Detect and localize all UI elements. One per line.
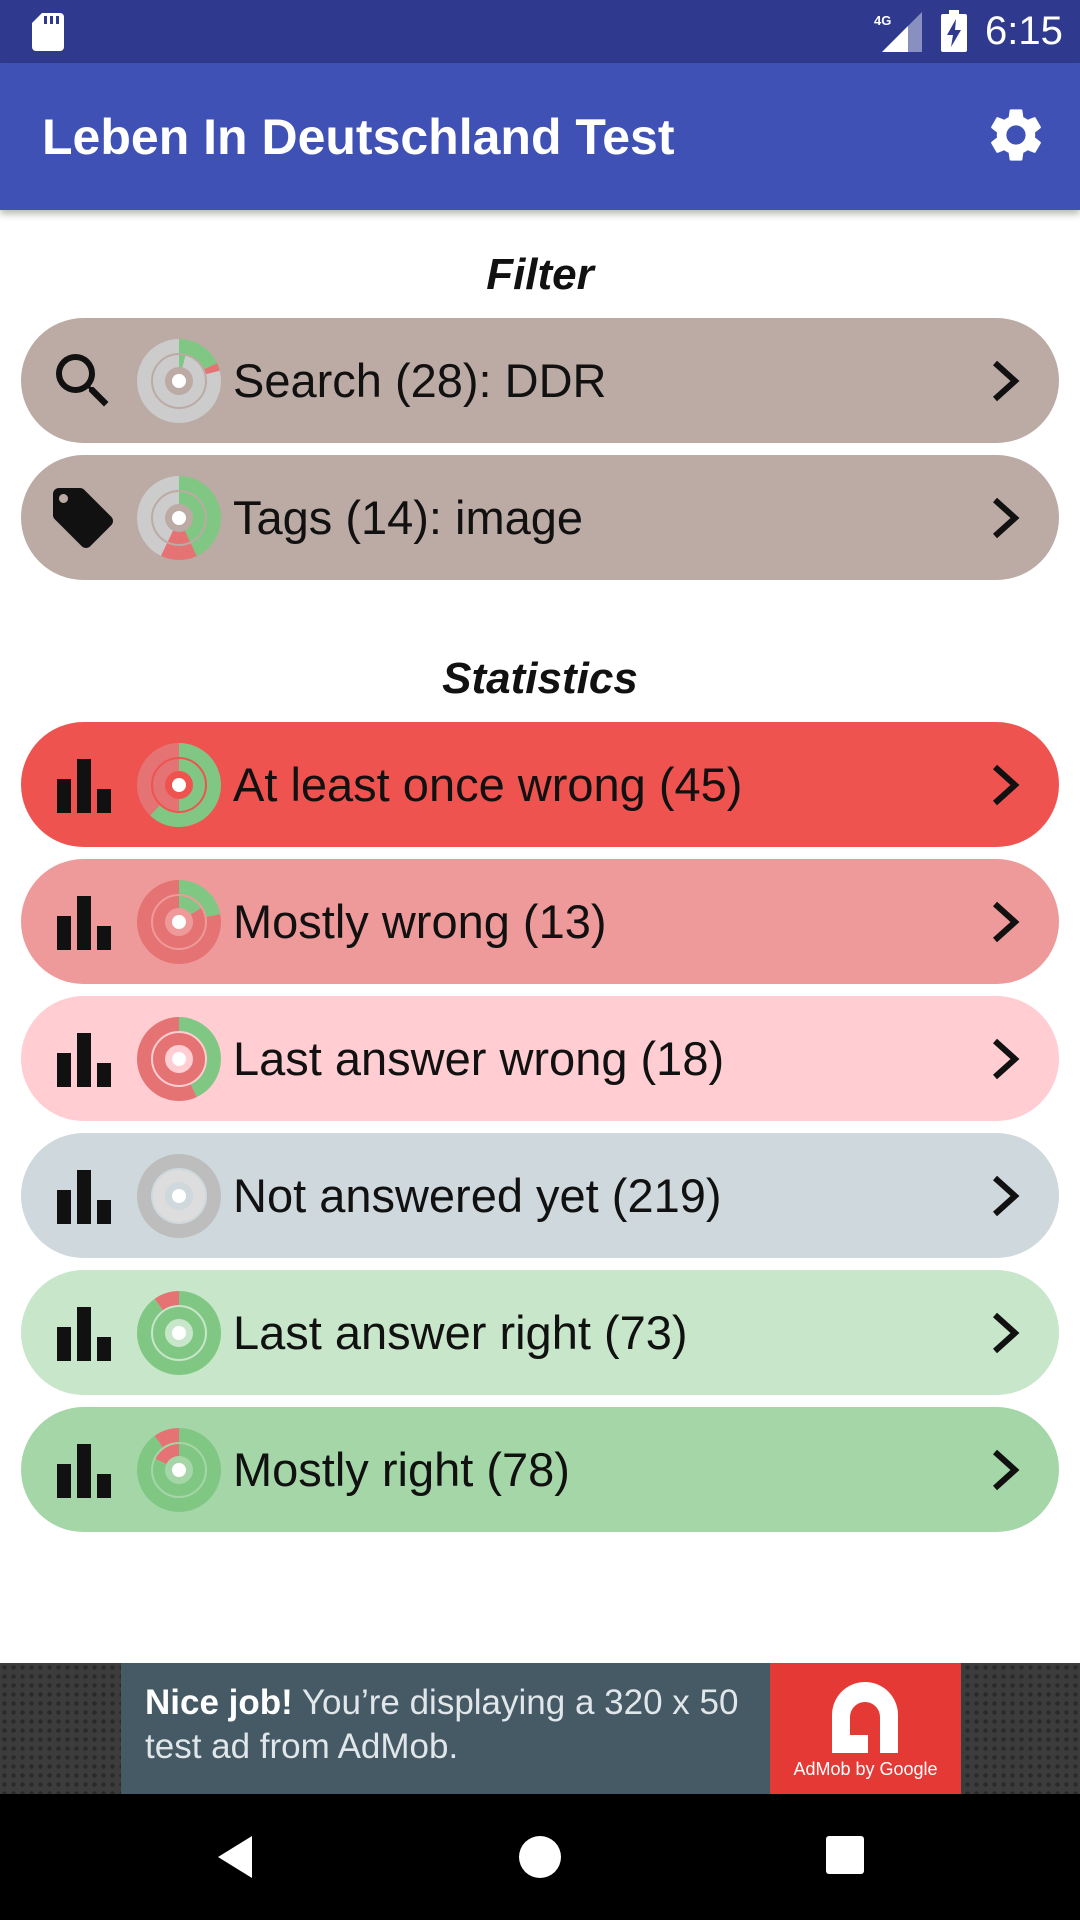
ad-headline: Nice job! — [145, 1683, 293, 1722]
tag-icon — [53, 488, 113, 548]
test-ad[interactable]: Nice job! You’re displaying a 320 x 50 t… — [121, 1663, 770, 1794]
bar-chart-icon — [57, 896, 111, 950]
chevron-right-icon — [992, 1175, 1020, 1217]
stat-item-label: Mostly right (78) — [233, 1443, 570, 1496]
chevron-right-icon — [992, 360, 1020, 402]
ad-banner: Nice job! You’re displaying a 320 x 50 t… — [0, 1663, 1080, 1794]
bar-chart-icon — [57, 1307, 111, 1361]
home-icon[interactable] — [515, 1832, 565, 1882]
stat-item-at-least-once-wrong[interactable]: At least once wrong (45) — [21, 722, 1059, 847]
chevron-right-icon — [992, 1312, 1020, 1354]
app-bar: Leben In Deutschland Test — [0, 63, 1080, 210]
filter-item-search[interactable]: Search (28): DDR — [21, 318, 1059, 443]
status-bar: 4G 6:15 — [0, 0, 1080, 63]
stat-item-last-answer-right[interactable]: Last answer right (73) — [21, 1270, 1059, 1395]
stat-item-label: Last answer right (73) — [233, 1306, 688, 1359]
stat-item-label: Mostly wrong (13) — [233, 895, 607, 948]
search-icon — [56, 354, 109, 407]
progress-ring — [137, 339, 221, 423]
stat-item-not-answered-yet[interactable]: Not answered yet (219) — [21, 1133, 1059, 1258]
stat-item-mostly-wrong[interactable]: Mostly wrong (13) — [21, 859, 1059, 984]
statistics-heading: Statistics — [442, 654, 638, 703]
progress-ring — [137, 1291, 221, 1375]
gear-icon[interactable] — [984, 103, 1048, 167]
progress-ring — [137, 476, 221, 560]
bar-chart-icon — [57, 1170, 111, 1224]
filter-item-label: Tags (14): image — [233, 491, 584, 544]
ring-center — [172, 1326, 186, 1340]
admob-logo[interactable]: AdMob by Google — [770, 1663, 961, 1794]
ad-text: Nice job! You’re displaying a 320 x 50 t… — [145, 1681, 755, 1769]
filter-item-tags[interactable]: Tags (14): image — [21, 455, 1059, 580]
chevron-right-icon — [992, 764, 1020, 806]
progress-ring — [137, 880, 221, 964]
progress-ring — [137, 1154, 221, 1238]
stat-item-mostly-right[interactable]: Mostly right (78) — [21, 1407, 1059, 1532]
ring-center — [172, 778, 186, 792]
ring-center — [172, 374, 186, 388]
bar-chart-icon — [57, 759, 111, 813]
chevron-right-icon — [992, 1038, 1020, 1080]
signal-icon: 4G — [874, 12, 922, 52]
bar-chart-icon — [57, 1444, 111, 1498]
navigation-bar — [0, 1794, 1080, 1920]
chevron-right-icon — [992, 1449, 1020, 1491]
progress-ring — [137, 1428, 221, 1512]
ring-center — [172, 1189, 186, 1203]
sd-card-icon — [32, 13, 64, 51]
admob-icon — [832, 1682, 898, 1753]
stat-item-last-answer-wrong[interactable]: Last answer wrong (18) — [21, 996, 1059, 1121]
filter-item-label: Search (28): DDR — [233, 354, 607, 407]
network-type-label: 4G — [874, 13, 891, 28]
app-title: Leben In Deutschland Test — [42, 109, 675, 165]
battery-charging-icon — [941, 10, 967, 52]
clock: 6:15 — [985, 9, 1063, 53]
ring-center — [172, 1052, 186, 1066]
ring-center — [172, 1463, 186, 1477]
progress-ring — [137, 743, 221, 827]
bar-chart-icon — [57, 1033, 111, 1087]
progress-ring — [137, 1017, 221, 1101]
ring-center — [172, 915, 186, 929]
stat-item-label: At least once wrong (45) — [233, 758, 743, 811]
stat-item-label: Last answer wrong (18) — [233, 1032, 725, 1085]
chevron-right-icon — [992, 901, 1020, 943]
back-icon[interactable] — [210, 1832, 260, 1882]
recent-apps-icon[interactable] — [823, 1833, 867, 1877]
filter-heading: Filter — [486, 250, 594, 299]
ring-center — [172, 511, 186, 525]
admob-brand-label: AdMob by Google — [793, 1759, 938, 1779]
chevron-right-icon — [992, 497, 1020, 539]
stat-item-label: Not answered yet (219) — [233, 1169, 722, 1222]
